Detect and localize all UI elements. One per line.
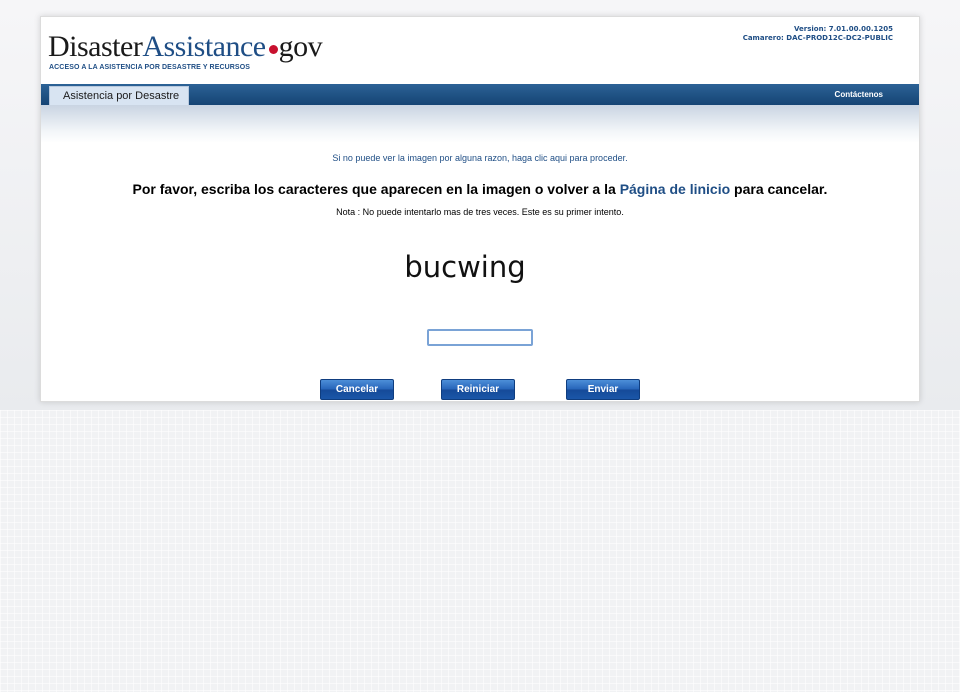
logo-word-assistance: Assistance <box>142 30 266 63</box>
image-help-link[interactable]: Si no puede ver la imagen por alguna raz… <box>41 153 919 163</box>
attempt-note: Nota : No puede intentarlo mas de tres v… <box>336 207 624 217</box>
main-nav: Asistencia por Desastre Contáctenos <box>41 84 919 105</box>
logo-dot-icon <box>268 45 278 54</box>
instruction-before: Por favor, escriba los caracteres que ap… <box>132 181 620 197</box>
sub-nav-bar <box>41 105 919 143</box>
captcha-image: bucwing <box>404 250 526 284</box>
contact-link[interactable]: Contáctenos <box>835 84 883 105</box>
cancel-button[interactable]: Cancelar <box>320 379 394 400</box>
tab-disaster-assistance[interactable]: Asistencia por Desastre <box>49 86 189 105</box>
home-page-link[interactable]: Página de linicio <box>620 181 730 197</box>
instruction-text: Por favor, escriba los caracteres que ap… <box>41 181 919 197</box>
version-text: Version: 7.01.00.00.1205 <box>793 25 893 33</box>
site-logo[interactable]: DisasterAssistance gov <box>48 30 323 63</box>
reset-button[interactable]: Reiniciar <box>441 379 515 400</box>
server-text: Camarero: DAC-PROD12C-DC2-PUBLIC <box>742 34 893 42</box>
submit-button[interactable]: Enviar <box>566 379 640 400</box>
site-header: DisasterAssistance gov ACCESO A LA ASISTE… <box>41 17 919 84</box>
captcha-input[interactable] <box>427 329 533 346</box>
site-tagline: ACCESO A LA ASISTENCIA POR DESASTRE Y RE… <box>49 64 251 71</box>
version-info: Version: 7.01.00.00.1205 Camarero: DAC-P… <box>743 25 893 43</box>
instruction-after: para cancelar. <box>730 181 828 197</box>
logo-word-disaster: Disaster <box>48 30 143 63</box>
page-container: DisasterAssistance gov ACCESO A LA ASISTE… <box>40 16 920 402</box>
logo-word-gov: gov <box>278 30 323 63</box>
page-background-pattern <box>0 410 960 692</box>
